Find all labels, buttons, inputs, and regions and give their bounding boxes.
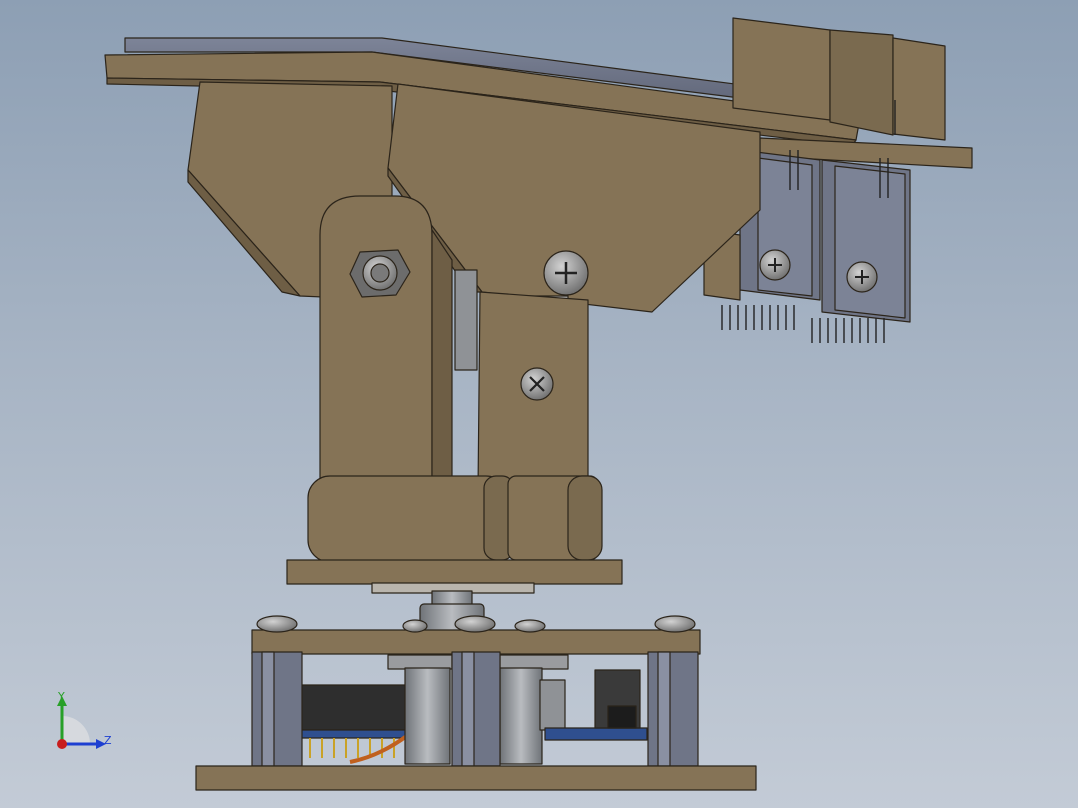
sensor-module-right[interactable] [821,159,911,323]
solar-tracker-assembly-model[interactable]: Y Z [0,0,1078,808]
microcontroller-board[interactable] [299,684,411,764]
rotating-platform[interactable] [286,559,623,633]
cad-viewport[interactable]: Y Z [0,0,1078,808]
coordinate-triad-icon: Y Z [57,690,112,749]
base-plate-bottom[interactable] [195,765,757,791]
triad-y-label: Y [57,690,65,703]
light-sensor-bracket[interactable] [732,17,973,169]
bracket-screw-top[interactable] [543,250,589,296]
upright-arm-left[interactable] [319,195,453,481]
bracket-screw-bottom[interactable] [520,367,554,401]
pan-base-block[interactable] [307,475,603,563]
base-plate-top[interactable] [251,629,701,655]
triad-z-label: Z [104,734,112,747]
